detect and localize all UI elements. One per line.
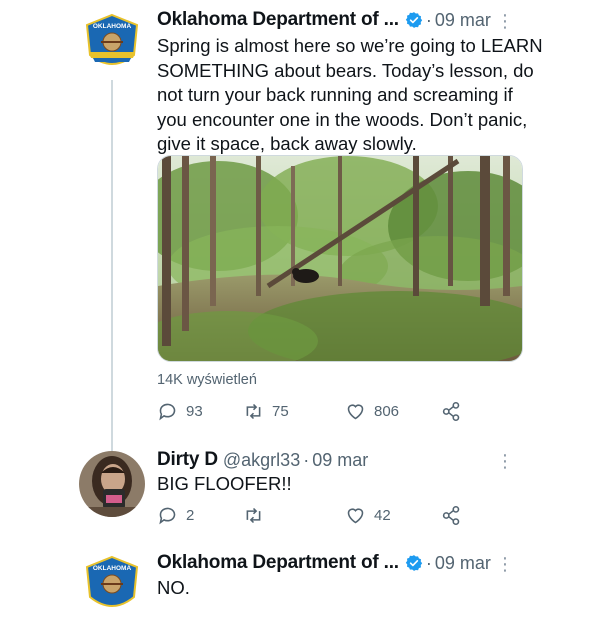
separator-dot: · xyxy=(425,9,432,30)
like-count: 806 xyxy=(374,403,400,420)
odwc-logo-icon: OKLAHOMA xyxy=(79,11,145,77)
tweet-header: Dirty D @akgrl33 · 09 mar xyxy=(157,448,368,472)
like-button[interactable]: 42 xyxy=(345,505,391,526)
retweet-icon xyxy=(246,507,261,524)
retweet-button[interactable]: 75 xyxy=(243,401,289,422)
separator-dot: · xyxy=(425,552,432,573)
share-button[interactable] xyxy=(441,505,462,526)
author-name[interactable]: Dirty D xyxy=(157,449,218,471)
more-options-icon[interactable]: ⋮ xyxy=(496,12,514,30)
reply-count: 2 xyxy=(186,507,195,524)
verified-badge-icon xyxy=(405,555,423,571)
retweet-icon xyxy=(246,403,261,420)
like-button[interactable]: 806 xyxy=(345,401,399,422)
tweet-actions: 2 42 xyxy=(157,505,477,531)
tweet-header: Oklahoma Department of ... · 09 mar xyxy=(157,8,491,32)
tweet-text-line: Spring is almost here so we’re going to … xyxy=(157,35,543,56)
share-icon xyxy=(442,401,460,422)
author-name[interactable]: Oklahoma Department of ... xyxy=(157,9,399,31)
author-avatar[interactable]: OKLAHOMA xyxy=(79,11,145,77)
verified-badge-icon xyxy=(405,12,423,28)
tweet-date[interactable]: 09 mar xyxy=(312,450,368,471)
tweet-text: NO. xyxy=(157,577,190,598)
retweet-count: 75 xyxy=(272,403,289,420)
reply-button[interactable]: 2 xyxy=(157,505,194,526)
svg-text:OKLAHOMA: OKLAHOMA xyxy=(93,565,132,572)
tweet-date[interactable]: 09 mar xyxy=(435,10,491,31)
heart-icon xyxy=(347,508,364,524)
tweet-actions: 93 75 806 xyxy=(157,401,477,427)
more-options-icon[interactable]: ⋮ xyxy=(496,452,514,470)
tweet-date[interactable]: 09 mar xyxy=(435,553,491,574)
odwc-logo-icon: OKLAHOMA xyxy=(79,553,145,619)
reply-count: 93 xyxy=(186,403,203,420)
author-handle[interactable]: @akgrl33 xyxy=(223,450,300,471)
tweet-media-image[interactable] xyxy=(157,155,523,362)
reply-button[interactable]: 93 xyxy=(157,401,203,422)
tweet-text-line: not turn your back running and screaming… xyxy=(157,84,513,105)
tweet-text-line: give it space, back away slowly. xyxy=(157,133,417,154)
share-icon xyxy=(442,505,460,526)
tweet-text: Spring is almost here so we’re going to … xyxy=(157,34,543,157)
forest-photo xyxy=(158,156,522,361)
view-count: 14K wyświetleń xyxy=(157,372,257,388)
heart-icon xyxy=(347,404,364,420)
separator-dot: · xyxy=(303,449,310,470)
reply-icon xyxy=(159,403,176,421)
author-avatar[interactable] xyxy=(79,451,145,517)
tweet-text-line: you encounter one in the woods. Don’t pa… xyxy=(157,108,528,130)
thread-line xyxy=(111,80,113,455)
tweet-text-line: SOMETHING about bears. Today’s lesson, d… xyxy=(157,59,534,81)
svg-text:OKLAHOMA: OKLAHOMA xyxy=(93,23,132,30)
author-avatar[interactable]: OKLAHOMA xyxy=(79,553,145,619)
share-button[interactable] xyxy=(441,401,462,422)
author-name[interactable]: Oklahoma Department of ... xyxy=(157,552,399,574)
tweet-text: BIG FLOOFER!! xyxy=(157,473,292,494)
retweet-button[interactable] xyxy=(243,505,264,526)
reply-icon xyxy=(159,507,176,525)
more-options-icon[interactable]: ⋮ xyxy=(496,555,514,573)
user-photo-avatar xyxy=(79,451,145,517)
like-count: 42 xyxy=(374,507,391,524)
tweet-header: Oklahoma Department of ... · 09 mar xyxy=(157,551,491,575)
